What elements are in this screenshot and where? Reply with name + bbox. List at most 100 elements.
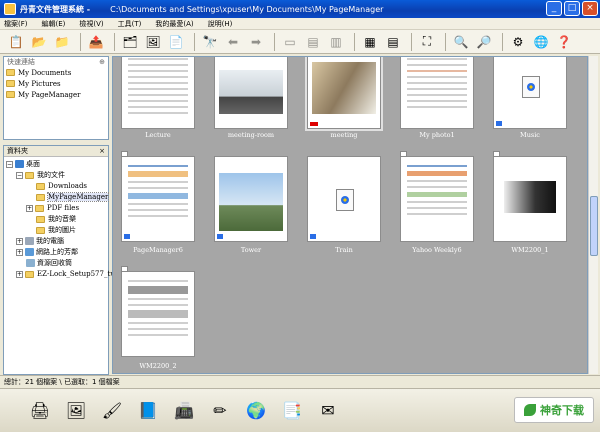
close-button[interactable]: × [582, 1, 598, 16]
menu-view[interactable]: 檢視(V) [79, 19, 103, 29]
binoculars-icon[interactable]: 🔭 [200, 33, 220, 51]
share-icon[interactable]: 📁 [52, 33, 72, 51]
back-icon[interactable]: ⬅ [223, 33, 243, 51]
scroll-thumb[interactable] [590, 196, 598, 256]
thumbnail-my-photo1[interactable] [400, 57, 474, 129]
thumbnail-music[interactable] [493, 57, 567, 129]
tree-node-my-pictures[interactable]: 我的圖片 [36, 225, 76, 235]
thumbnail-tower[interactable] [214, 156, 288, 242]
zoom-in-icon[interactable]: 🔎 [474, 33, 494, 51]
thumbnail-wm2200-1[interactable] [493, 151, 567, 242]
menu-tools[interactable]: 工具(T) [118, 19, 142, 29]
full-screen-icon[interactable]: ⛶ [417, 33, 437, 51]
computer-icon [25, 237, 34, 245]
folder-icon [6, 91, 15, 98]
thumbnail-caption: PageManager6 [133, 246, 183, 254]
web-icon[interactable]: 🌐 [531, 33, 551, 51]
forward-icon[interactable]: ➡ [246, 33, 266, 51]
image-edit-icon[interactable]: 🖼 [143, 33, 163, 51]
file-badge-icon [124, 234, 130, 239]
editor-pen-icon[interactable]: ✏ [208, 399, 232, 423]
folder-icon [25, 270, 34, 278]
printer-icon[interactable]: 🖨 [28, 399, 52, 423]
vertical-scrollbar[interactable] [588, 56, 598, 374]
tree-node-mypagemanager[interactable]: MyPageManager [36, 192, 110, 202]
folder-icon [25, 171, 34, 179]
email-icon[interactable]: ✉ [316, 399, 340, 423]
convert-icon[interactable]: 📄 [166, 33, 186, 51]
move-to-icon[interactable]: 📂 [29, 33, 49, 51]
tree-node-recycle-bin[interactable]: 資源回收筒 [26, 258, 72, 268]
bottom-dock: 🖨 🖼 🖌 📘 📠 ✏ 🌍 📑 ✉ [0, 388, 600, 432]
help-icon[interactable]: ❓ [554, 33, 574, 51]
photo-image [312, 62, 376, 114]
folder-icon [36, 215, 45, 223]
tree-node-ez-lock[interactable]: + EZ-Lock_Setup577_tw [16, 269, 116, 279]
brand-logo: 神奇下载 [514, 397, 594, 423]
tree-node-network[interactable]: + 網路上的芳鄰 [16, 247, 78, 257]
menu-file[interactable]: 檔案(F) [4, 19, 28, 29]
settings-icon[interactable]: ⚙ [508, 33, 528, 51]
minimize-button[interactable]: _ [546, 1, 562, 16]
zoom-out-icon[interactable]: 🔍 [451, 33, 471, 51]
page-split-icon[interactable]: ▤ [303, 33, 323, 51]
page-corner-icon [121, 151, 128, 157]
copy-to-icon[interactable]: 📋 [6, 33, 26, 51]
notepad-icon[interactable]: 📘 [136, 399, 160, 423]
page-corner-icon [493, 151, 500, 157]
tree-node-my-music[interactable]: 我的音樂 [36, 214, 76, 224]
menu-bar: 檔案(F) 編輯(E) 檢視(V) 工具(T) 我的最愛(A) 說明(H) [0, 18, 600, 30]
folder-icon [6, 69, 15, 76]
file-badge-icon [310, 234, 316, 239]
page-merge-icon[interactable]: ▥ [326, 33, 346, 51]
network-icon [25, 248, 34, 256]
upload-icon[interactable]: 📤 [86, 33, 106, 51]
maximize-button[interactable]: □ [564, 1, 580, 16]
folder-tree-close[interactable]: × [99, 146, 105, 156]
paint-brush-icon[interactable]: 🖌 [100, 399, 124, 423]
internet-explorer-icon[interactable]: 🌍 [244, 399, 268, 423]
window-path: C:\Documents and Settings\xpuser\My Docu… [110, 4, 384, 14]
quick-link-my-documents[interactable]: My Documents [4, 67, 108, 78]
folder-tree-title: 資料夾 [7, 147, 28, 155]
thumbnail-meeting-room[interactable] [214, 57, 288, 129]
menu-edit[interactable]: 編輯(E) [42, 19, 66, 29]
list-view-icon[interactable]: ▤ [383, 33, 403, 51]
thumbnail-yahoo-weekly6[interactable] [400, 151, 474, 242]
thumbnail-pagemanager6[interactable] [121, 151, 195, 242]
quick-link-my-pictures[interactable]: My Pictures [4, 78, 108, 89]
media-file-icon [522, 76, 540, 98]
title-bar: 丹青文件管理系統 - C:\Documents and Settings\xpu… [0, 0, 600, 18]
menu-help[interactable]: 說明(H) [208, 19, 233, 29]
thumbnail-lecture[interactable] [121, 57, 195, 129]
tree-node-pdf-files[interactable]: + PDF files [26, 203, 79, 213]
folder-icon [35, 204, 44, 212]
scanner-icon[interactable]: 📠 [172, 399, 196, 423]
fax-icon[interactable]: 📑 [280, 399, 304, 423]
thumbnail-caption: Train [335, 246, 353, 254]
file-badge-icon [217, 234, 223, 239]
thumbnail-wm2200-2[interactable] [121, 266, 195, 357]
tree-node-my-documents[interactable]: − 我的文件 [16, 170, 65, 180]
leaf-icon [524, 404, 536, 416]
app-title: 丹青文件管理系統 - [20, 4, 91, 14]
quick-link-my-pagemanager[interactable]: My PageManager [4, 89, 108, 100]
quick-pin-icon[interactable]: ⊕ [99, 57, 105, 67]
quick-links-panel: 快速連結 ⊕ My Documents My Pictures My PageMa… [3, 56, 109, 140]
tree-node-desktop[interactable]: − 桌面 [6, 159, 40, 169]
image-editor-icon[interactable]: 🖼 [64, 399, 88, 423]
photo-image [219, 70, 283, 114]
page-view-icon[interactable]: ▭ [280, 33, 300, 51]
thumbnail-view-icon[interactable]: ▦ [360, 33, 380, 51]
tree-node-downloads[interactable]: Downloads [36, 181, 87, 191]
recycle-bin-icon [26, 259, 35, 267]
thumbnail-train[interactable] [307, 156, 381, 242]
thumbnail-caption: meeting-room [227, 131, 275, 139]
menu-favorites[interactable]: 我的最愛(A) [155, 19, 193, 29]
scan-icon[interactable]: 🗂 [120, 33, 140, 51]
thumbnail-meeting[interactable] [305, 57, 383, 131]
folder-icon [36, 226, 45, 234]
thumbnail-caption: Lecture [145, 131, 171, 139]
thumbnail-caption: My photo1 [419, 131, 455, 139]
tree-node-my-computer[interactable]: + 我的電腦 [16, 236, 64, 246]
